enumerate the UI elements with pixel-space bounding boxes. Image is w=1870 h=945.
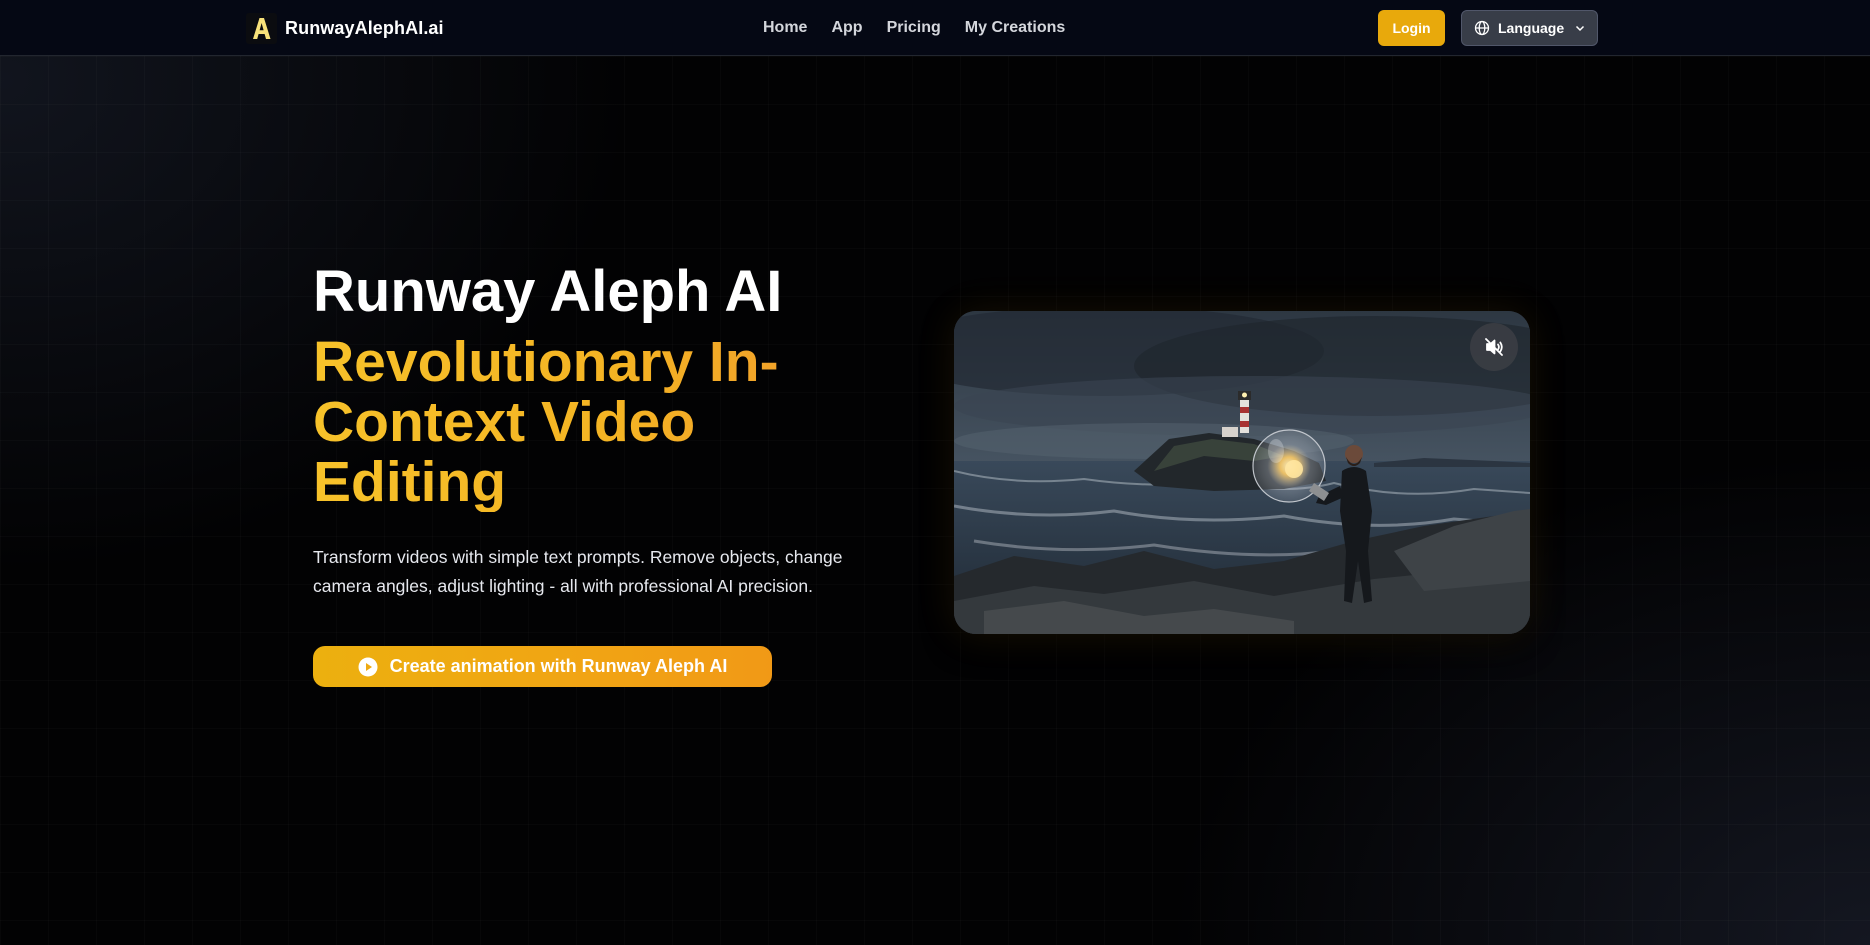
chevron-down-icon <box>1574 22 1586 34</box>
main-nav: Home App Pricing My Creations <box>763 17 1089 39</box>
background-grid <box>0 56 1870 945</box>
brand-link[interactable]: RunwayAlephAI.ai <box>246 12 444 44</box>
site-header: RunwayAlephAI.ai Home App Pricing My Cre… <box>0 0 1870 56</box>
create-animation-button[interactable]: Create animation with Runway Aleph AI <box>313 646 772 687</box>
hero-description: Transform videos with simple text prompt… <box>313 547 843 596</box>
nav-my-creations[interactable]: My Creations <box>965 19 1065 37</box>
hero-title: Runway Aleph AI <box>313 259 783 324</box>
letter-a-logo-icon <box>246 12 277 44</box>
mute-toggle-button[interactable] <box>1470 323 1518 371</box>
login-button[interactable]: Login <box>1378 10 1445 46</box>
nav-pricing[interactable]: Pricing <box>887 19 941 37</box>
nav-home[interactable]: Home <box>763 19 807 37</box>
language-label: Language <box>1498 20 1565 36</box>
video-frame <box>954 311 1530 634</box>
language-selector[interactable]: Language <box>1461 10 1598 46</box>
hero-subtitle: Revolutionary In-Context Video Editing <box>313 332 873 512</box>
globe-icon <box>1474 20 1490 36</box>
brand-name: RunwayAlephAI.ai <box>285 17 444 38</box>
muted-speaker-icon <box>1483 336 1505 358</box>
play-circle-icon <box>358 657 378 677</box>
cta-label: Create animation with Runway Aleph AI <box>389 656 728 676</box>
nav-app[interactable]: App <box>831 19 862 37</box>
demo-video[interactable] <box>954 311 1530 634</box>
